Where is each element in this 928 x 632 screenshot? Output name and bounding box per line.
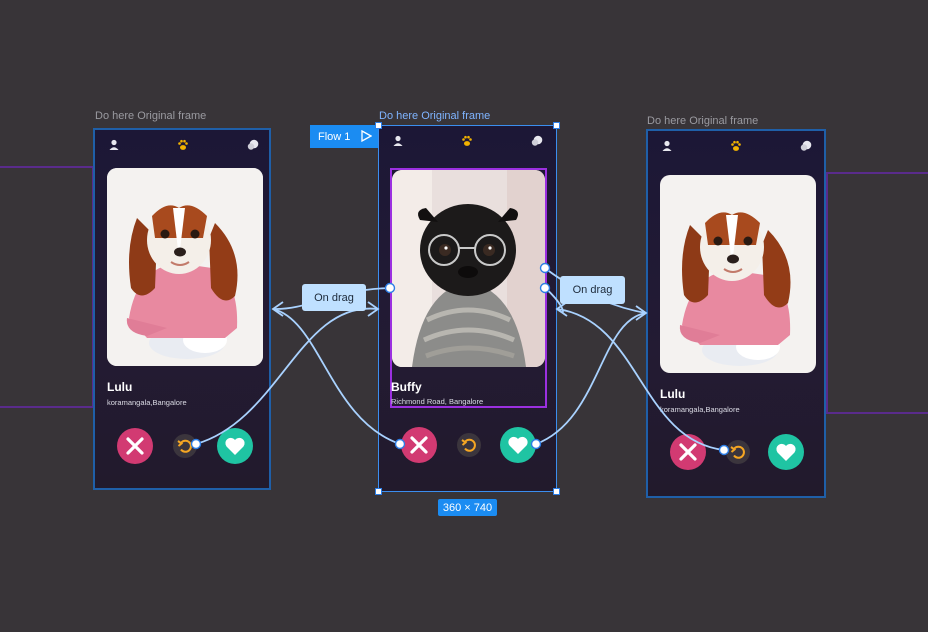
prototype-connections xyxy=(190,262,730,456)
wire-node-center-right-mid xyxy=(539,282,551,294)
arrow-right-in xyxy=(635,305,648,321)
wire-node-center-right-top xyxy=(539,262,551,274)
wire-node-left-like xyxy=(190,438,202,450)
wire-node-center-dislike xyxy=(394,438,406,450)
wire-node-right-undo xyxy=(718,444,730,456)
wire-node-center-top-left xyxy=(384,282,396,294)
wire-center-like-to-right xyxy=(535,312,647,445)
wire-center-dislike-to-left xyxy=(272,308,401,445)
wire-node-center-like xyxy=(530,438,542,450)
wire-left-like-to-center xyxy=(195,307,379,445)
interaction-label-left[interactable]: On drag xyxy=(302,284,366,311)
interaction-label-right[interactable]: On drag xyxy=(560,276,625,304)
wire-right-undo-to-center xyxy=(556,308,725,451)
